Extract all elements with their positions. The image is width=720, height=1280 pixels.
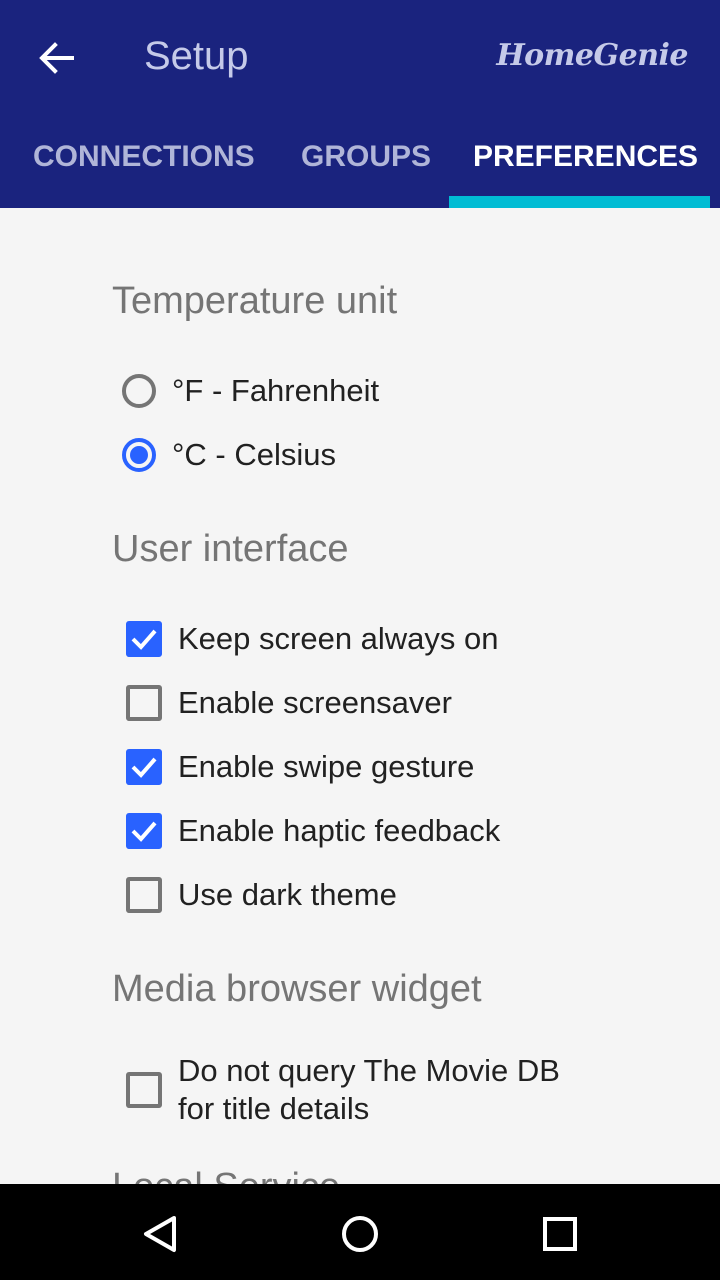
checkbox-label: Do not query The Movie DB for title deta… (178, 1052, 560, 1128)
brand-logo: HomeGenie (496, 38, 688, 73)
checkbox-label: Enable haptic feedback (178, 813, 501, 848)
section-title-temperature: Temperature unit (112, 280, 398, 322)
nav-back-button[interactable] (130, 1204, 190, 1264)
checkbox-haptic-feedback[interactable]: Enable haptic feedback (122, 812, 500, 850)
checkbox[interactable] (126, 813, 162, 849)
square-recents-icon (543, 1217, 577, 1251)
section-title-media: Media browser widget (112, 968, 482, 1010)
checkbox-screensaver[interactable]: Enable screensaver (122, 684, 452, 722)
checkbox-label: Enable swipe gesture (178, 749, 475, 784)
radio-label: °C - Celsius (172, 437, 336, 472)
checkbox-dark-theme[interactable]: Use dark theme (122, 876, 397, 914)
checkbox-swipe-gesture[interactable]: Enable swipe gesture (122, 748, 474, 786)
checkmark-icon (131, 629, 157, 650)
tab-groups[interactable]: GROUPS (301, 140, 431, 174)
checkbox[interactable] (126, 749, 162, 785)
checkbox[interactable] (126, 1072, 162, 1108)
checkbox-keep-screen-on[interactable]: Keep screen always on (122, 620, 499, 658)
radio-button[interactable] (122, 438, 156, 472)
back-button[interactable] (28, 32, 84, 84)
radio-fahrenheit[interactable]: °F - Fahrenheit (122, 372, 379, 410)
checkbox-label: Keep screen always on (178, 621, 499, 656)
section-title-ui: User interface (112, 528, 349, 570)
circle-home-icon (342, 1216, 378, 1252)
system-nav-bar (0, 1184, 720, 1280)
checkbox[interactable] (126, 621, 162, 657)
arrow-back-icon (39, 42, 74, 74)
section-title-local: Local Service (112, 1166, 340, 1184)
checkmark-icon (131, 757, 157, 778)
tab-preferences[interactable]: PREFERENCES (473, 140, 698, 174)
checkbox-label: Enable screensaver (178, 685, 452, 720)
app-bar: Setup HomeGenie CONNECTIONS GROUPS PREFE… (0, 0, 720, 208)
triangle-back-icon (144, 1216, 176, 1252)
checkbox-label: Use dark theme (178, 877, 397, 912)
radio-button[interactable] (122, 374, 156, 408)
checkbox-label-line1: Do not query The Movie DB (178, 1053, 560, 1088)
checkbox[interactable] (126, 877, 162, 913)
checkbox[interactable] (126, 685, 162, 721)
preferences-content[interactable]: Temperature unit °F - Fahrenheit °C - Ce… (0, 208, 720, 1184)
checkbox-label-line2: for title details (178, 1091, 370, 1126)
radio-celsius[interactable]: °C - Celsius (122, 436, 336, 474)
tab-indicator (449, 196, 710, 208)
nav-recents-button[interactable] (530, 1204, 590, 1264)
checkmark-icon (131, 821, 157, 842)
page-title: Setup (144, 34, 249, 78)
nav-home-button[interactable] (330, 1204, 390, 1264)
tab-connections[interactable]: CONNECTIONS (33, 140, 255, 174)
checkbox-movie-db[interactable]: Do not query The Movie DB for title deta… (122, 1052, 560, 1128)
radio-label: °F - Fahrenheit (172, 373, 380, 408)
